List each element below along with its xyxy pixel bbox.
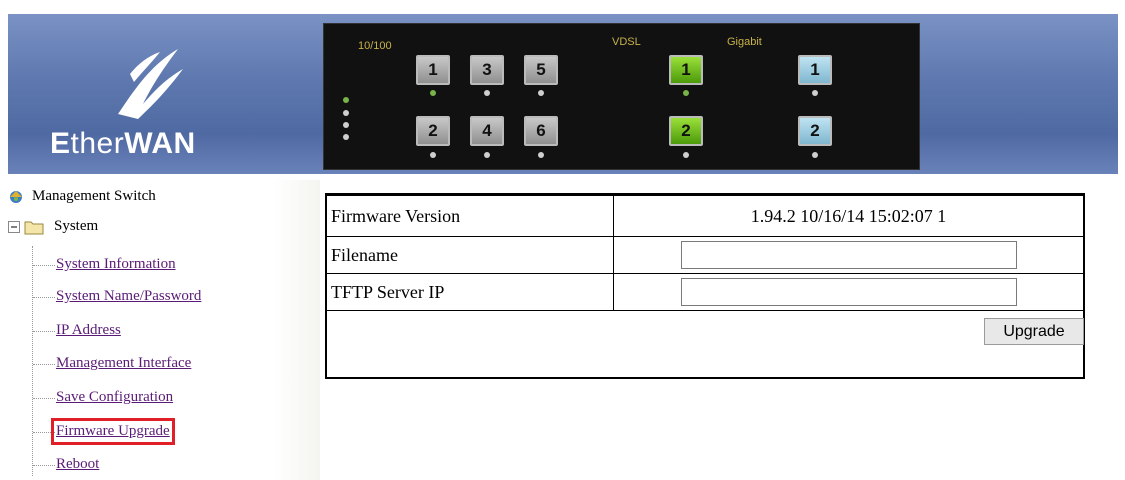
port-led [430,152,436,158]
port-led [430,90,436,96]
group-gigabit-label: Gigabit [727,36,762,48]
port-led [683,152,689,158]
firmware-version-value: 1.94.2 10/16/14 15:02:07 1 [613,195,1084,237]
group-10-100-label: 10/100 [358,40,392,52]
sidebar-item-firmware-upgrade[interactable]: Firmware Upgrade [51,418,175,445]
filename-label: Filename [326,236,614,274]
filename-input[interactable] [681,241,1017,269]
status-led [343,110,349,116]
port-led [812,152,818,158]
port-10-100-1[interactable]: 1 [416,55,450,85]
tree-root-label: Management Switch [32,188,156,204]
tree-connector [33,331,55,332]
port-gigabit-2[interactable]: 2 [798,116,832,146]
port-10-100-6[interactable]: 6 [524,116,558,146]
logo-text: EtherWAN [50,127,196,160]
tree-connector [33,265,55,266]
port-10-100-4[interactable]: 4 [470,116,504,146]
upgrade-button[interactable]: Upgrade [984,318,1084,345]
network-icon [10,190,22,203]
tftp-server-ip-input[interactable] [681,278,1017,306]
tree-connector [33,364,55,365]
etherwan-logo: EtherWAN [8,14,318,174]
port-10-100-3[interactable]: 3 [470,55,504,85]
firmware-version-label: Firmware Version [326,195,614,237]
tree-connector [33,432,55,433]
port-vdsl-1[interactable]: 1 [669,55,703,85]
sidebar-item-reboot[interactable]: Reboot [56,456,99,473]
port-gigabit-1[interactable]: 1 [798,55,832,85]
port-vdsl-2[interactable]: 2 [669,116,703,146]
sidebar-item-system-information[interactable]: System Information [56,256,176,273]
sidebar-item-system-name-password[interactable]: System Name/Password [56,288,201,305]
port-led [538,90,544,96]
tree-connector [33,398,55,399]
sidebar-item-ip-address[interactable]: IP Address [56,322,121,339]
port-led [683,90,689,96]
port-led [538,152,544,158]
port-led [484,90,490,96]
status-led [343,97,349,103]
switch-port-panel: 10/100 VDSL Gigabit 1 3 5 2 4 6 1 2 1 2 [323,23,920,170]
tree-system-node[interactable]: System [8,218,98,235]
tree-connector [33,297,55,298]
port-10-100-2[interactable]: 2 [416,116,450,146]
logo-swoosh-icon [118,49,183,119]
port-10-100-5[interactable]: 5 [524,55,558,85]
sidebar-item-save-configuration[interactable]: Save Configuration [56,389,173,406]
tree-root[interactable]: Management Switch [8,188,156,205]
tree-connector [33,465,55,466]
tree-system-label: System [54,218,99,234]
tree-connector [32,246,34,476]
sidebar-item-management-interface[interactable]: Management Interface [56,355,191,372]
status-led [343,122,349,128]
folder-icon [24,221,44,234]
collapse-icon[interactable] [8,220,20,233]
port-led [812,90,818,96]
port-led [484,152,490,158]
header: EtherWAN 10/100 VDSL Gigabit 1 3 5 2 4 6… [0,0,1125,180]
status-led [343,134,349,140]
group-vdsl-label: VDSL [612,36,641,48]
tftp-server-ip-label: TFTP Server IP [326,273,614,311]
